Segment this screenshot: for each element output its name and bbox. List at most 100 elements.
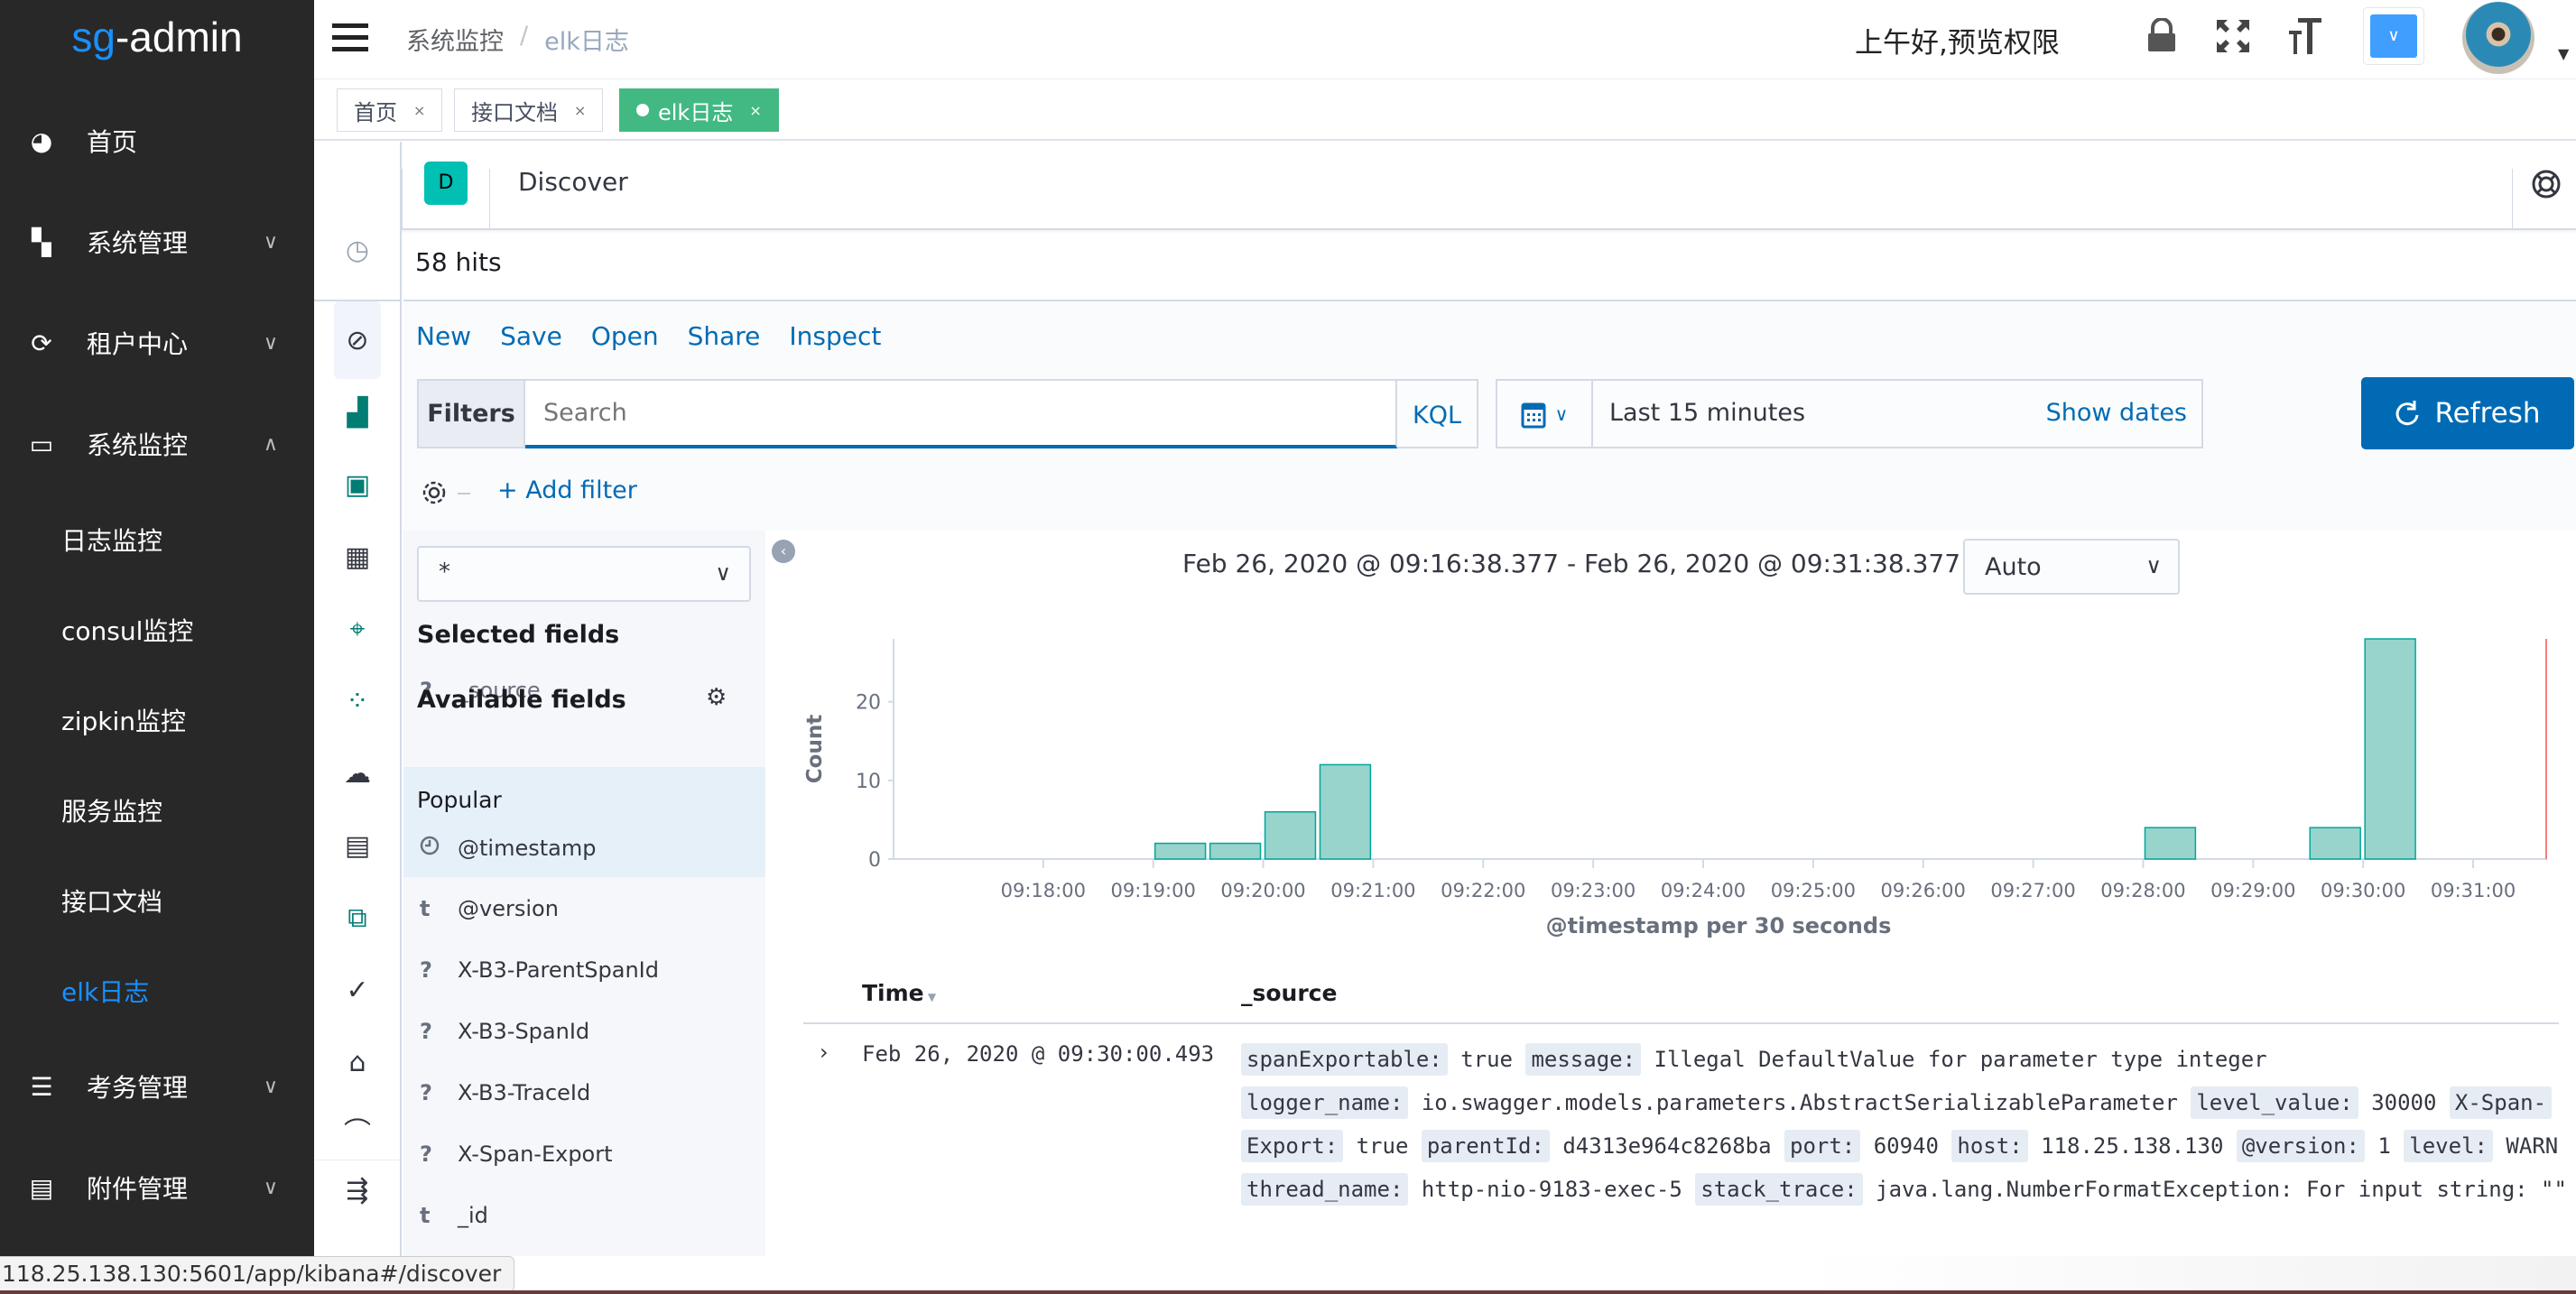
visualize-icon[interactable]: ▟: [334, 389, 381, 436]
sidebar-item[interactable]: zipkin监控: [0, 693, 314, 747]
sort-icon[interactable]: ▼: [924, 991, 936, 1003]
uptime-icon[interactable]: ✓: [334, 966, 381, 1013]
field-item[interactable]: t @version: [403, 882, 765, 936]
add-filter-button[interactable]: + Add filter: [497, 476, 637, 504]
y-axis-label: Count: [803, 715, 827, 783]
show-dates-link[interactable]: Show dates: [2046, 399, 2187, 427]
close-icon[interactable]: ×: [413, 102, 425, 119]
sidebar-item-label: elk日志: [61, 977, 150, 1007]
field-settings-gear-icon[interactable]: ⚙: [706, 684, 727, 711]
menu-share-button[interactable]: Share: [688, 321, 761, 351]
sidebar-item[interactable]: 日志监控: [0, 513, 314, 567]
interval-select[interactable]: Auto ∨: [1963, 539, 2180, 595]
field-item[interactable]: ? X-B3-TraceId: [403, 1066, 765, 1120]
field-item[interactable]: t _id: [403, 1188, 765, 1243]
x-tick-label: 09:23:00: [1551, 880, 1635, 901]
calendar-quick-menu-button[interactable]: ∨: [1497, 381, 1593, 447]
expand-row-chevron-icon[interactable]: ›: [820, 1040, 829, 1065]
query-bar-area: New Save Open Share Inspect Filters KQL ∨ La…: [403, 300, 2576, 531]
table-header-time[interactable]: Time ▼: [862, 980, 936, 1006]
tab[interactable]: elk日志 ×: [619, 88, 779, 132]
popular-fields-group: Popular @timestamp: [403, 767, 765, 877]
sidebar-item[interactable]: consul监控: [0, 603, 314, 657]
caret-down-icon[interactable]: ▼: [2558, 45, 2569, 62]
expand-nav-icon[interactable]: ⇶: [334, 1167, 381, 1214]
list-icon: ☰: [30, 1071, 53, 1102]
collapse-sidebar-icon[interactable]: ‹: [772, 540, 795, 563]
time-range[interactable]: Last 15 minutes: [1609, 399, 1805, 427]
sidebar-item[interactable]: ☰ 考务管理 ∨: [0, 1059, 314, 1114]
dashboard-icon[interactable]: ▣: [334, 461, 381, 508]
avatar[interactable]: [2462, 2, 2534, 74]
histogram-bar[interactable]: [2144, 827, 2197, 860]
sidebar-item[interactable]: ⟳ 租户中心 ∨: [0, 316, 314, 370]
sidebar-item[interactable]: elk日志: [0, 964, 314, 1018]
lock-icon[interactable]: [2146, 17, 2177, 56]
field-name: X-B3-SpanId: [458, 1019, 590, 1044]
logs-icon[interactable]: ▤: [334, 822, 381, 869]
histogram-bar[interactable]: [1209, 842, 1262, 860]
ml-icon[interactable]: ⁘: [334, 678, 381, 725]
tab-label: 首页: [354, 99, 397, 125]
color-picker-dropdown[interactable]: ∨: [2363, 7, 2424, 65]
source-key: port:: [1784, 1130, 1861, 1162]
histogram-bar[interactable]: [2309, 827, 2361, 860]
refresh-button[interactable]: Refresh: [2361, 377, 2574, 449]
source-key: @version:: [2236, 1130, 2365, 1162]
row-time: Feb 26, 2020 @ 09:30:00.493: [862, 1041, 1215, 1067]
close-icon[interactable]: ×: [749, 102, 761, 119]
y-tick-label: 10: [856, 771, 881, 793]
fullscreen-icon[interactable]: [2217, 20, 2249, 56]
histogram-bar[interactable]: [2364, 638, 2416, 860]
sidebar-item[interactable]: ▭ 系统监控 ∧: [0, 417, 314, 471]
field-item[interactable]: ? X-B3-SpanId: [403, 1004, 765, 1058]
x-tick-label: 09:25:00: [1771, 880, 1856, 901]
menu-save-button[interactable]: Save: [500, 321, 562, 351]
filter-settings-gear-icon[interactable]: [420, 478, 449, 511]
menu-inspect-button[interactable]: Inspect: [789, 321, 881, 351]
monitor-icon: ▭: [29, 429, 54, 459]
close-icon[interactable]: ×: [574, 102, 586, 119]
interval-value: Auto: [1985, 553, 2042, 581]
menu-open-button[interactable]: Open: [591, 321, 659, 351]
maps-icon[interactable]: ⌖: [334, 605, 381, 652]
sidebar-item[interactable]: ▤ 附件管理 ∨: [0, 1160, 314, 1215]
sidebar-item[interactable]: 服务监控: [0, 783, 314, 837]
sidebar-item[interactable]: ▚ 系统管理 ∨: [0, 215, 314, 269]
kql-toggle[interactable]: KQL: [1397, 379, 1478, 448]
sidebar-item-label: 系统管理: [87, 228, 189, 258]
sidebar-item-label: 附件管理: [87, 1174, 189, 1204]
siem-icon[interactable]: ⌂: [334, 1039, 381, 1086]
filters-button[interactable]: Filters: [417, 379, 525, 448]
field-type-icon: t: [420, 896, 431, 921]
sidebar-item-label: 考务管理: [87, 1073, 189, 1103]
apm-icon[interactable]: ⧉: [334, 894, 381, 941]
source-value: 1: [2377, 1133, 2391, 1159]
font-size-icon[interactable]: [2289, 18, 2321, 58]
breadcrumb-item[interactable]: 系统监控: [406, 22, 504, 57]
clock-icon: [420, 836, 458, 861]
field-item[interactable]: ? X-B3-ParentSpanId: [403, 943, 765, 997]
field-item[interactable]: @timestamp: [403, 821, 765, 875]
devtools-icon[interactable]: ⌒: [334, 1106, 381, 1153]
histogram-bar[interactable]: [1319, 763, 1372, 860]
help-lifebuoy-icon[interactable]: [2531, 169, 2562, 203]
canvas-icon[interactable]: ▦: [334, 533, 381, 580]
x-tick-label: 09:19:00: [1110, 880, 1195, 901]
discover-compass-icon[interactable]: ⊘: [334, 301, 381, 379]
infrastructure-icon[interactable]: ☁: [334, 750, 381, 797]
index-pattern-select[interactable]: * ∨: [417, 546, 751, 602]
search-input[interactable]: [525, 379, 1397, 448]
tab[interactable]: 首页 ×: [337, 88, 443, 132]
sidebar-item[interactable]: ◕ 首页: [0, 114, 314, 168]
histogram-bar[interactable]: [1264, 810, 1317, 860]
chevron-up-icon: ∧: [263, 432, 278, 456]
recent-clock-icon[interactable]: ◷: [334, 226, 381, 273]
tab[interactable]: 接口文档 ×: [454, 88, 604, 132]
sidebar-item[interactable]: 接口文档: [0, 873, 314, 928]
field-item[interactable]: ? X-Span-Export: [403, 1127, 765, 1181]
menu-new-button[interactable]: New: [416, 321, 471, 351]
histogram-bar[interactable]: [1154, 842, 1207, 860]
hamburger-icon[interactable]: [332, 23, 368, 52]
source-line: thread_name: http-nio-9183-exec-5 stack_…: [1241, 1173, 2567, 1206]
